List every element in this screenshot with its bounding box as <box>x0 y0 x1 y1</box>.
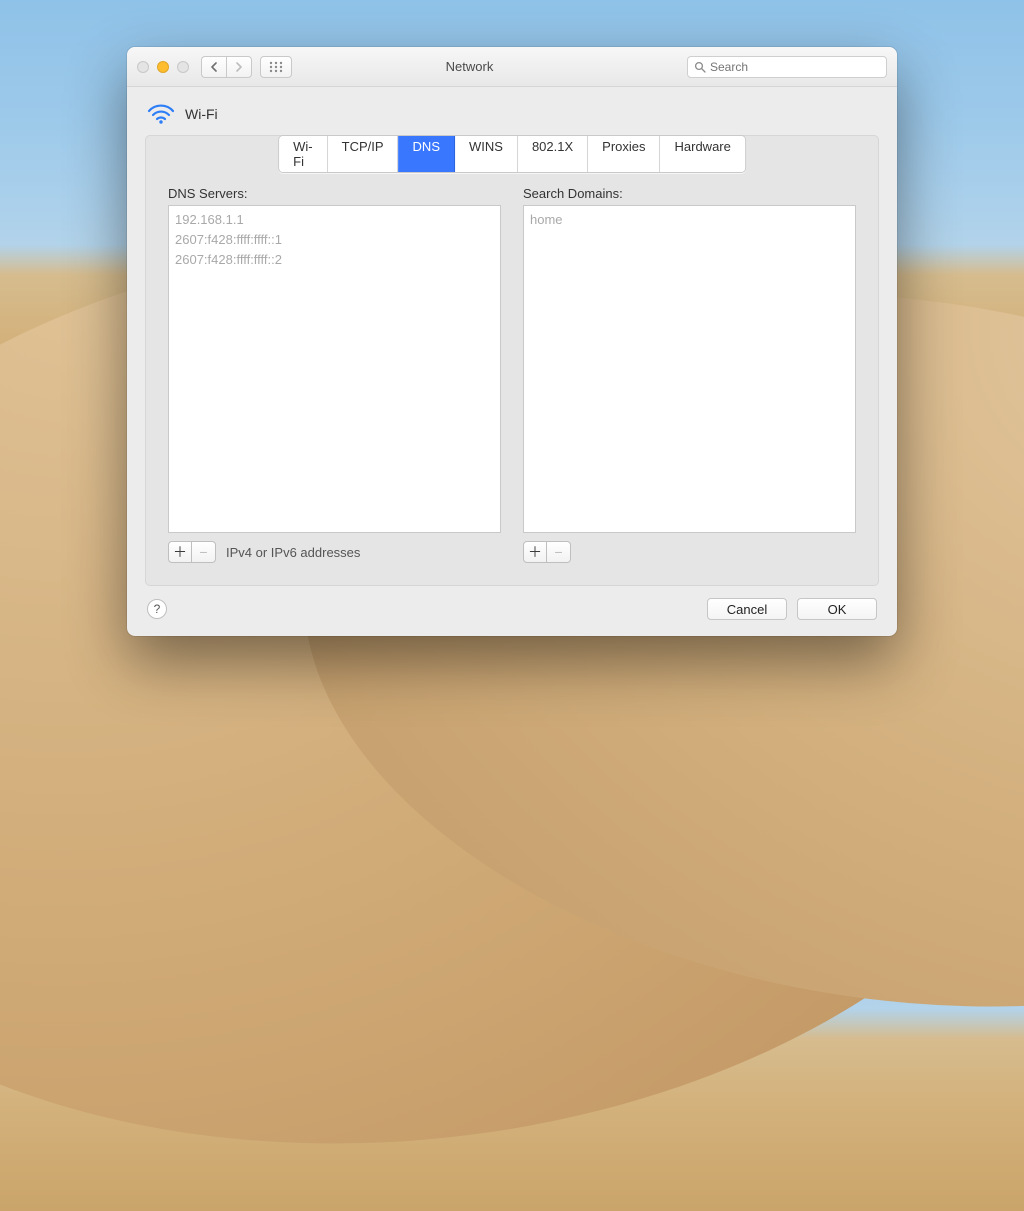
search-input[interactable] <box>710 60 880 74</box>
list-item[interactable]: 192.168.1.1 <box>175 210 494 230</box>
zoom-window-button[interactable] <box>177 61 189 73</box>
search-icon <box>694 61 706 73</box>
back-button[interactable] <box>201 56 226 78</box>
tab-wi-fi[interactable]: Wi-Fi <box>279 136 328 172</box>
search-field[interactable] <box>687 56 887 78</box>
dns-remove-button[interactable]: − <box>192 541 216 563</box>
list-item[interactable]: 2607:f428:ffff:ffff::1 <box>175 230 494 250</box>
tab-bar: Wi-FiTCP/IPDNSWINS802.1XProxiesHardware <box>278 135 746 173</box>
dns-servers-column: DNS Servers: 192.168.1.12607:f428:ffff:f… <box>168 186 501 563</box>
chevron-right-icon <box>235 62 243 72</box>
forward-button[interactable] <box>226 56 252 78</box>
tab-wins[interactable]: WINS <box>455 136 518 172</box>
domains-add-button[interactable]: ＋ <box>523 541 547 563</box>
search-domains-label: Search Domains: <box>523 186 856 201</box>
cancel-button[interactable]: Cancel <box>707 598 787 620</box>
search-domains-column: Search Domains: home ＋ − <box>523 186 856 563</box>
chevron-left-icon <box>210 62 218 72</box>
ok-button[interactable]: OK <box>797 598 877 620</box>
help-button[interactable]: ? <box>147 599 167 619</box>
domains-remove-button[interactable]: − <box>547 541 571 563</box>
tab-hardware[interactable]: Hardware <box>661 136 745 172</box>
footer: ? Cancel OK <box>145 586 879 620</box>
dns-hint: IPv4 or IPv6 addresses <box>226 545 360 560</box>
domains-add-remove: ＋ − <box>523 541 571 563</box>
list-item[interactable]: 2607:f428:ffff:ffff::2 <box>175 250 494 270</box>
tab-dns[interactable]: DNS <box>399 136 455 172</box>
preferences-window: Network Wi-Fi Wi-FiTCP/IPDNSWINS802.1XPr… <box>127 47 897 636</box>
list-item[interactable]: home <box>530 210 849 230</box>
dns-servers-list[interactable]: 192.168.1.12607:f428:ffff:ffff::12607:f4… <box>168 205 501 533</box>
main-panel: Wi-FiTCP/IPDNSWINS802.1XProxiesHardware … <box>145 135 879 586</box>
dns-add-button[interactable]: ＋ <box>168 541 192 563</box>
titlebar: Network <box>127 47 897 87</box>
content-area: Wi-Fi Wi-FiTCP/IPDNSWINS802.1XProxiesHar… <box>127 87 897 636</box>
tab-802-1x[interactable]: 802.1X <box>518 136 588 172</box>
close-window-button[interactable] <box>137 61 149 73</box>
window-controls <box>137 61 189 73</box>
wifi-icon <box>147 103 175 125</box>
search-domains-list[interactable]: home <box>523 205 856 533</box>
minimize-window-button[interactable] <box>157 61 169 73</box>
dns-add-remove: ＋ − <box>168 541 216 563</box>
dns-servers-label: DNS Servers: <box>168 186 501 201</box>
page-title: Wi-Fi <box>185 106 218 122</box>
window-title: Network <box>260 59 679 74</box>
page-header: Wi-Fi <box>145 101 879 135</box>
tab-tcp-ip[interactable]: TCP/IP <box>328 136 399 172</box>
tab-proxies[interactable]: Proxies <box>588 136 660 172</box>
nav-buttons <box>201 56 252 78</box>
